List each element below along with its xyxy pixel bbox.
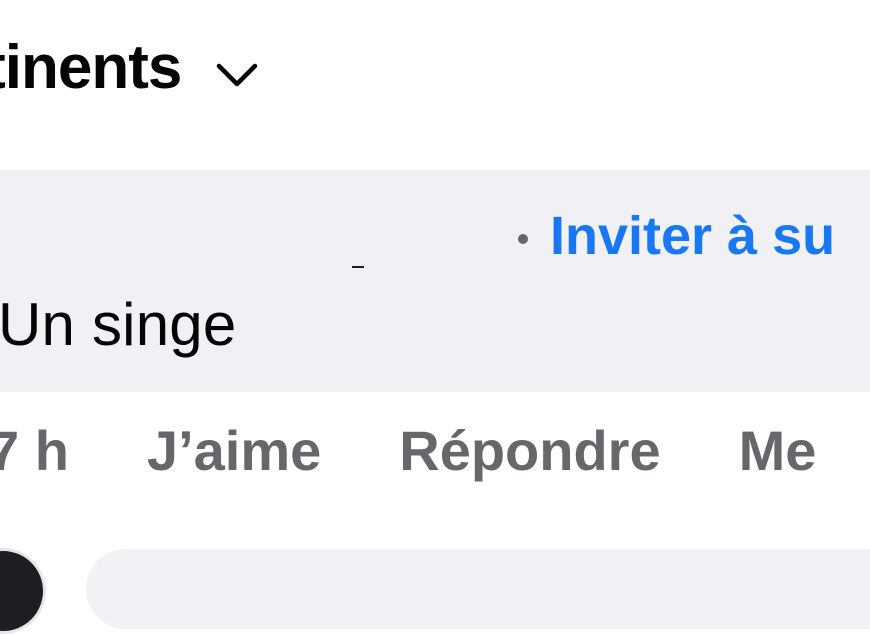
chevron-down-icon — [215, 34, 259, 105]
more-button[interactable]: Me — [739, 418, 817, 483]
text-mark — [352, 266, 364, 268]
like-button[interactable]: J’aime — [147, 418, 321, 483]
separator-dot — [518, 234, 528, 244]
comment-timestamp[interactable]: 7 h — [0, 418, 69, 483]
invite-link[interactable]: Inviter à su — [550, 205, 835, 267]
comment-sort-dropdown[interactable]: rtinents — [0, 30, 259, 105]
reply-button[interactable]: Répondre — [399, 418, 660, 483]
sort-label: rtinents — [0, 33, 182, 102]
avatar[interactable] — [0, 548, 46, 634]
comment-actions: 7 h J’aime Répondre Me — [0, 418, 816, 483]
reply-input[interactable] — [86, 549, 870, 629]
comment-text: Un singe — [0, 291, 237, 358]
invite-to-follow[interactable]: Inviter à su — [518, 205, 835, 267]
